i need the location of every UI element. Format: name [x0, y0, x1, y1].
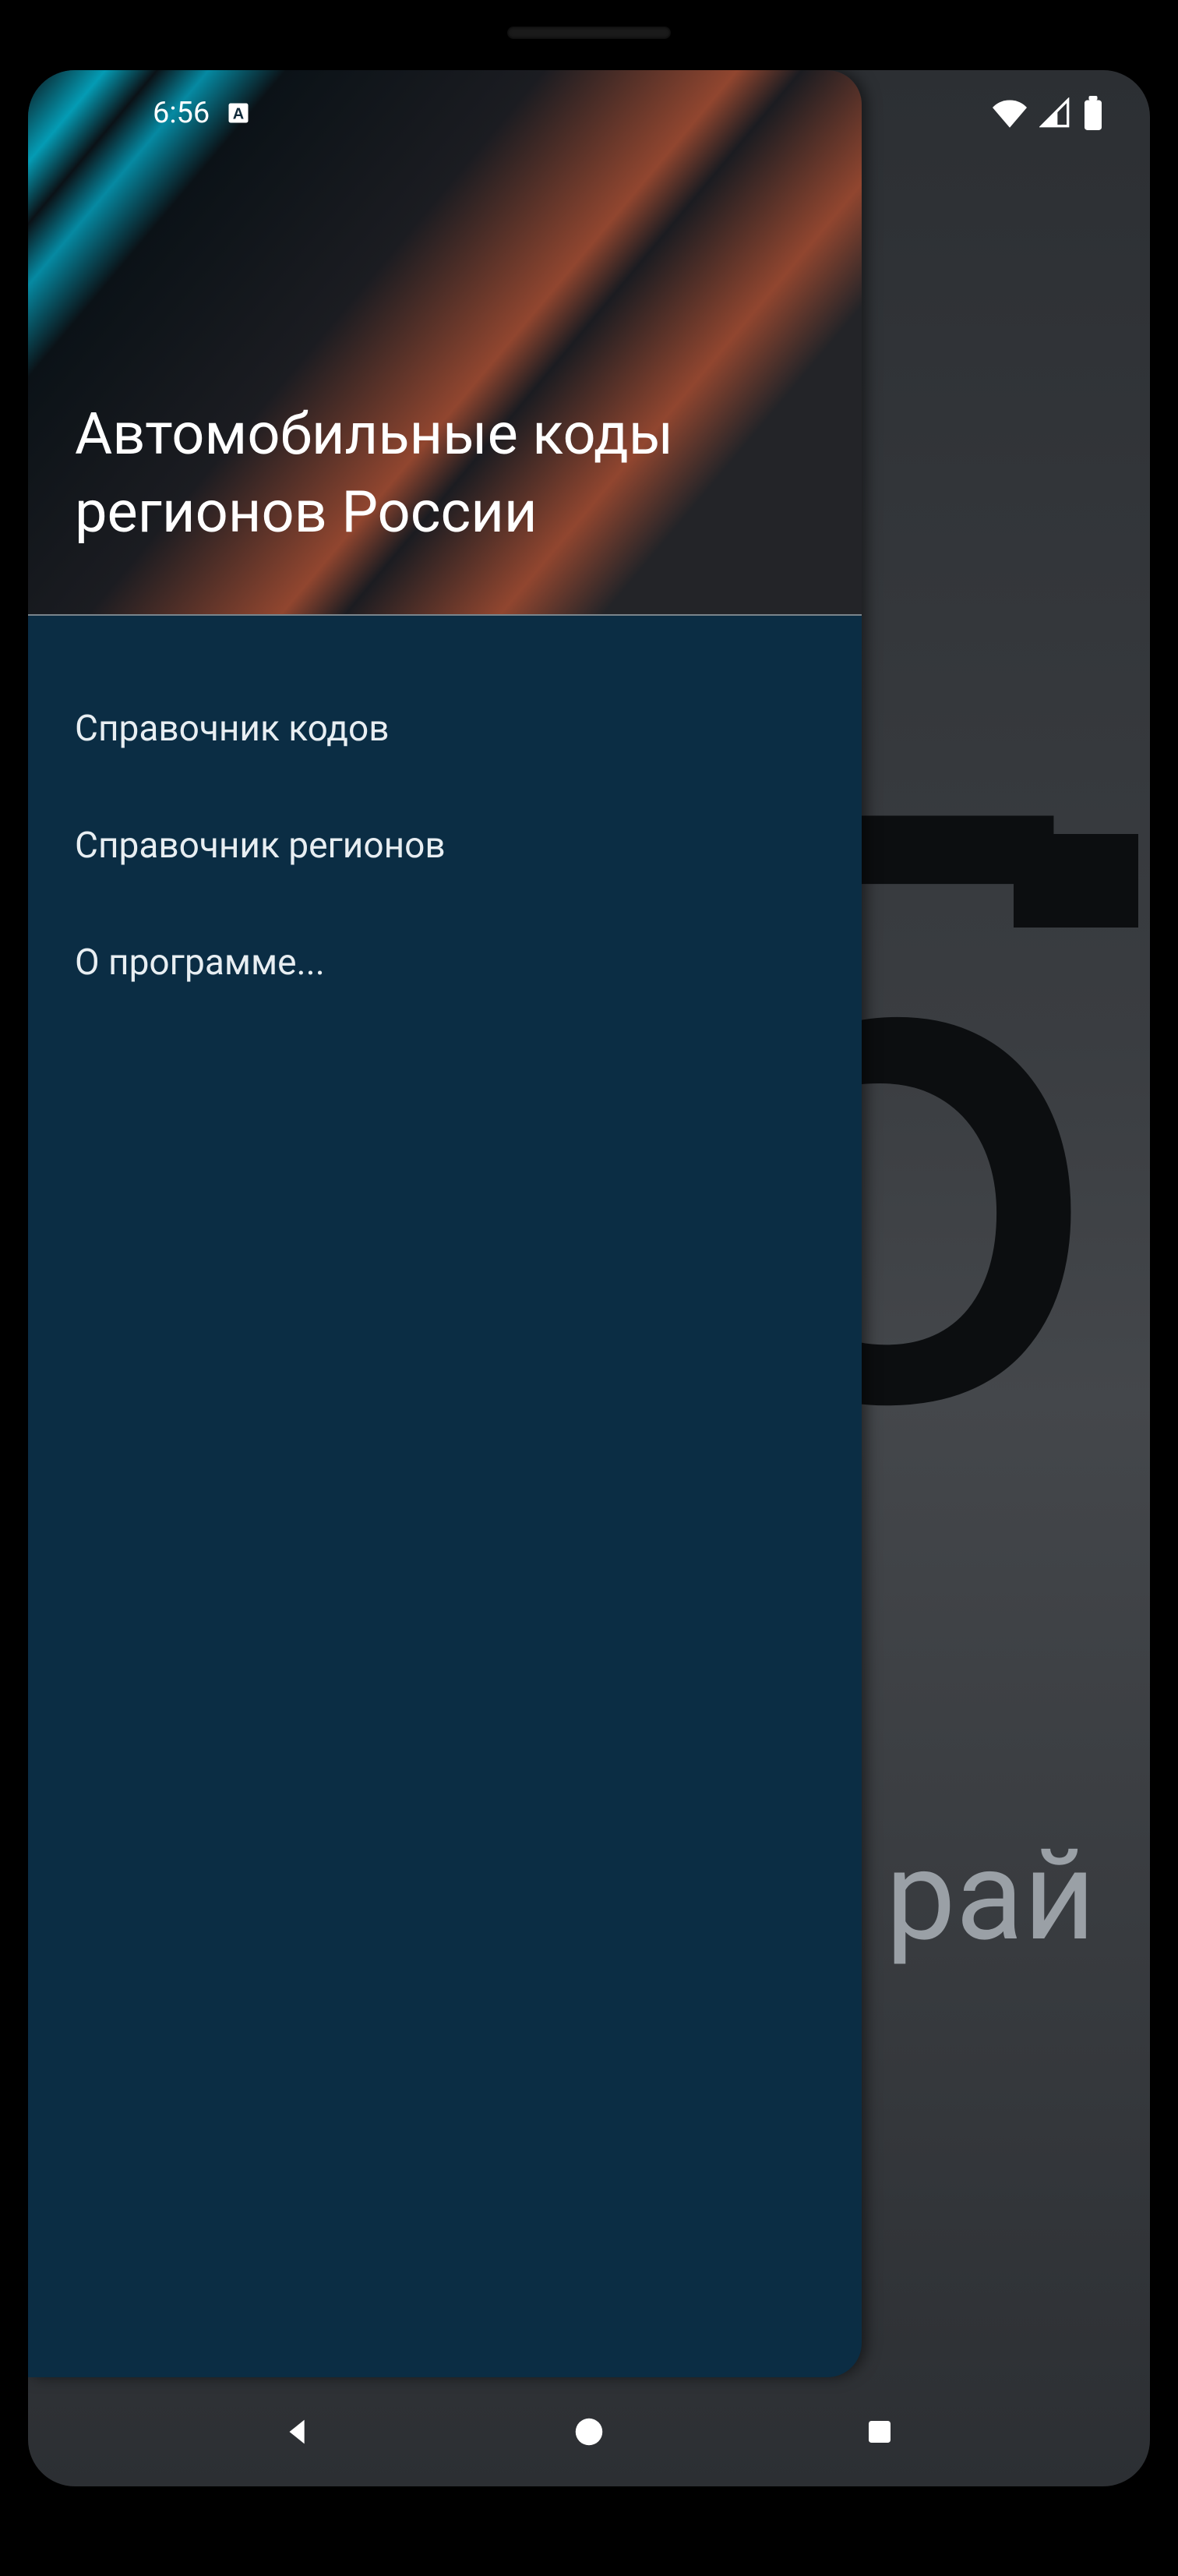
- device-frame: 5 рай Автомобильные коды регионов России…: [0, 0, 1178, 2576]
- menu-item-label: Справочник регионов: [75, 825, 446, 867]
- battery-icon: [1083, 96, 1103, 130]
- menu-item-label: О программе...: [75, 942, 325, 984]
- status-bar: 6:56 A: [28, 70, 1150, 156]
- signal-icon: [1039, 97, 1070, 129]
- keyboard-indicator-icon: A: [227, 101, 250, 125]
- nav-back-button[interactable]: [263, 2397, 333, 2467]
- region-name-partial: рай: [886, 1824, 1095, 1970]
- speaker-slit: [507, 27, 671, 39]
- svg-text:A: A: [233, 106, 244, 123]
- menu-item-regions[interactable]: Справочник регионов: [28, 787, 862, 904]
- menu-item-codes[interactable]: Справочник кодов: [28, 670, 862, 787]
- app-title: Автомобильные коды регионов России: [75, 396, 815, 552]
- nav-home-button[interactable]: [554, 2397, 624, 2467]
- nav-recents-button[interactable]: [845, 2397, 915, 2467]
- system-navigation-bar: [28, 2377, 1150, 2486]
- navigation-drawer: Автомобильные коды регионов России Справ…: [28, 70, 862, 2377]
- status-left: 6:56 A: [75, 96, 250, 130]
- status-time: 6:56: [153, 96, 210, 130]
- screen: 5 рай Автомобильные коды регионов России…: [28, 70, 1150, 2486]
- menu-item-about[interactable]: О программе...: [28, 904, 862, 1021]
- menu-item-label: Справочник кодов: [75, 708, 390, 750]
- drawer-menu: Справочник кодов Справочник регионов О п…: [28, 616, 862, 1076]
- wifi-icon: [993, 96, 1027, 130]
- status-right: [993, 96, 1103, 130]
